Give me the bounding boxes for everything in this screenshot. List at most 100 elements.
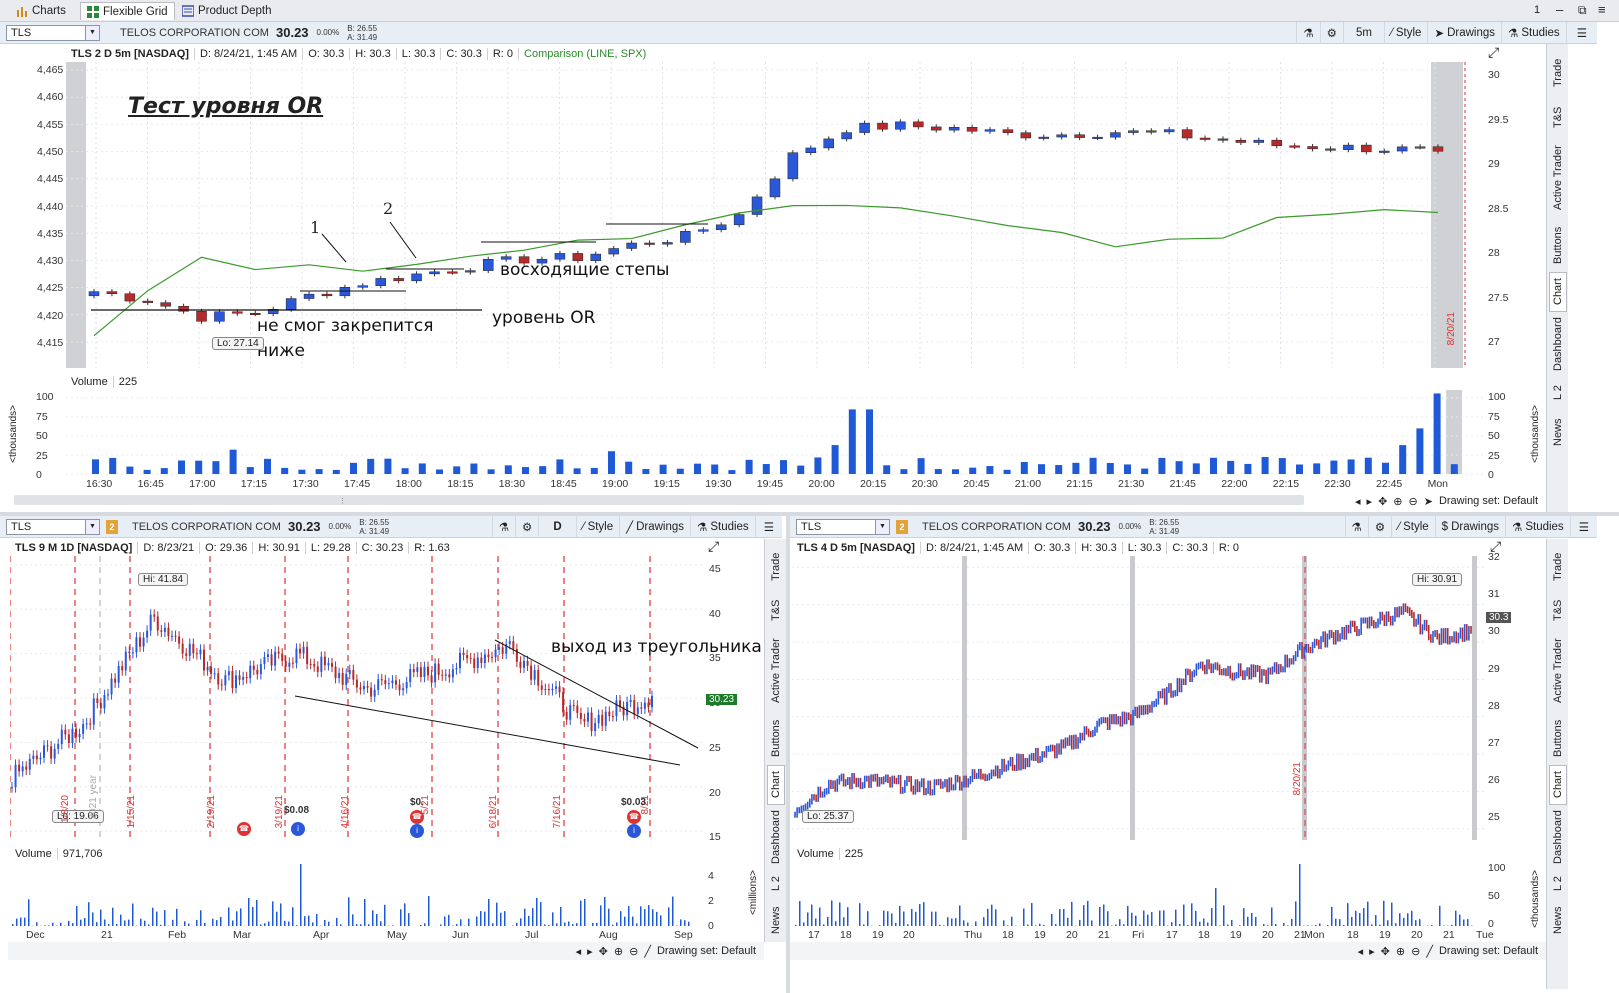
main-scrollbar[interactable]: ⋮ — [14, 495, 1304, 505]
tab-flexible-grid[interactable]: Flexible Grid — [80, 2, 175, 20]
side-tab-dashboard[interactable]: Dashboard — [767, 807, 785, 867]
side-tab-chart[interactable]: Chart — [1549, 765, 1567, 805]
vertical-splitter[interactable] — [786, 516, 790, 993]
phone-event-icon[interactable]: ☎ — [627, 810, 641, 824]
bl-price-chart[interactable] — [10, 556, 705, 840]
pan-icon[interactable]: ✥ — [1381, 945, 1390, 958]
br-price-chart[interactable] — [792, 556, 1484, 840]
side-tab-trade[interactable]: Trade — [767, 545, 785, 589]
bl-volume-axis-label: 0 — [708, 920, 714, 932]
beaker-button[interactable]: ⚗ — [1296, 21, 1319, 44]
pencil-icon[interactable]: ╱ — [644, 945, 651, 958]
drawings-button[interactable]: ➤ Drawings — [1427, 21, 1501, 44]
scroll-right-icon[interactable]: ▸ — [1367, 495, 1373, 508]
br-symbol-input[interactable]: TLS ▼ — [796, 518, 890, 535]
dropdown-icon[interactable]: ▼ — [875, 519, 889, 534]
side-tab-chart[interactable]: Chart — [767, 765, 785, 805]
dropdown-icon[interactable]: ▼ — [85, 25, 99, 40]
symbol-input[interactable]: TLS ▼ — [6, 24, 100, 41]
info-event-icon[interactable]: i — [410, 824, 424, 838]
side-tab-active-trader[interactable]: Active Trader — [1549, 138, 1567, 218]
bl-settings-button[interactable]: ⚙ — [515, 515, 538, 538]
scroll-left-icon[interactable]: ◂ — [1358, 945, 1364, 958]
side-tab-ts[interactable]: T&S — [1549, 98, 1567, 136]
side-tab-ts[interactable]: T&S — [767, 591, 785, 629]
side-tab-chart[interactable]: Chart — [1549, 272, 1567, 312]
zoom-in-icon[interactable]: ⊕ — [1393, 495, 1402, 508]
side-tab-active-trader[interactable]: Active Trader — [1549, 631, 1567, 711]
br-drawings-button[interactable]: $ Drawings — [1434, 515, 1505, 538]
bl-menu-button[interactable]: ☰ — [754, 515, 782, 538]
pointer-icon[interactable]: ➤ — [1424, 495, 1433, 508]
br-style-button[interactable]: ⁄ Style — [1391, 515, 1435, 538]
scroll-left-icon[interactable]: ◂ — [1355, 495, 1361, 508]
br-studies-button[interactable]: ⚗ Studies — [1505, 515, 1570, 538]
bl-volume-bar — [16, 918, 18, 926]
menu-icon[interactable]: ≡ — [1598, 2, 1606, 17]
link-badge[interactable]: 2 — [106, 519, 118, 534]
style-button[interactable]: ⁄ Style — [1383, 21, 1428, 44]
right-axis-label: 29 — [1488, 158, 1500, 170]
pan-icon[interactable]: ✥ — [599, 945, 608, 958]
side-tab-buttons[interactable]: Buttons — [1549, 713, 1567, 763]
bl-beaker-button[interactable]: ⚗ — [491, 515, 515, 538]
bl-date-label: 4/16/21 — [340, 795, 351, 829]
bl-drawings-button[interactable]: ╱ Drawings — [619, 515, 690, 538]
comparison-label: Comparison (LINE, SPX) — [524, 47, 647, 60]
zoom-in-icon[interactable]: ⊕ — [614, 945, 623, 958]
side-tab-news[interactable]: News — [767, 901, 785, 939]
side-tab-news[interactable]: News — [1549, 412, 1567, 452]
side-tab-ts[interactable]: T&S — [1549, 591, 1567, 629]
br-beaker-button[interactable]: ⚗ — [1344, 515, 1368, 538]
br-drawing-set[interactable]: Drawing set: Default — [1439, 945, 1538, 957]
bl-style-button[interactable]: ⁄ Style — [575, 515, 620, 538]
scroll-left-icon[interactable]: ◂ — [576, 945, 582, 958]
zoom-out-icon[interactable]: ⊖ — [1411, 945, 1420, 958]
studies-button[interactable]: ⚗ Studies — [1501, 21, 1566, 44]
expand-icon[interactable]: ⤢ — [1488, 44, 1499, 61]
side-tab-trade[interactable]: Trade — [1549, 50, 1567, 96]
bl-symbol-input[interactable]: TLS ▼ — [6, 518, 100, 535]
side-tab-news[interactable]: News — [1549, 901, 1567, 939]
br-volume-bar — [1083, 905, 1085, 926]
aggregation-button[interactable]: 5m — [1342, 21, 1384, 44]
zoom-out-icon[interactable]: ⊖ — [1409, 495, 1418, 508]
side-tab-active-trader[interactable]: Active Trader — [767, 631, 785, 711]
zoom-in-icon[interactable]: ⊕ — [1396, 945, 1405, 958]
tab-charts[interactable]: Charts — [10, 2, 72, 20]
link-badge[interactable]: 2 — [896, 519, 908, 534]
zoom-out-icon[interactable]: ⊖ — [629, 945, 638, 958]
scroll-right-icon[interactable]: ▸ — [587, 945, 593, 958]
restore-icon[interactable]: ⧉ — [1578, 3, 1587, 18]
bl-studies-button[interactable]: ⚗ Studies — [690, 515, 755, 538]
chart-menu-button[interactable]: ☰ — [1565, 21, 1597, 44]
bl-expand-icon[interactable]: ⤢ — [708, 538, 719, 555]
bl-drawing-set[interactable]: Drawing set: Default — [657, 945, 756, 957]
scroll-right-icon[interactable]: ▸ — [1369, 945, 1375, 958]
dropdown-icon[interactable]: ▼ — [85, 519, 99, 534]
side-tab-l2[interactable]: L 2 — [1549, 869, 1567, 899]
bl-aggregation-button[interactable]: D — [538, 515, 575, 538]
side-tab-l2[interactable]: L 2 — [767, 869, 785, 899]
bl-candle — [195, 653, 198, 655]
drawing-set[interactable]: Drawing set: Default — [1439, 495, 1538, 507]
side-tab-trade[interactable]: Trade — [1549, 545, 1567, 589]
side-tab-dashboard[interactable]: Dashboard — [1549, 807, 1567, 867]
bl-candle — [274, 651, 277, 666]
side-tab-buttons[interactable]: Buttons — [1549, 220, 1567, 270]
side-tab-l2[interactable]: L 2 — [1549, 378, 1567, 408]
earnings-icon[interactable]: i — [291, 822, 305, 836]
br-menu-button[interactable]: ☰ — [1569, 515, 1597, 538]
phone-event-icon[interactable]: ☎ — [237, 822, 251, 836]
info-event-icon[interactable]: i — [627, 824, 641, 838]
minimize-icon[interactable]: – — [1556, 2, 1563, 17]
side-tab-dashboard[interactable]: Dashboard — [1549, 314, 1567, 374]
br-settings-button[interactable]: ⚙ — [1367, 515, 1391, 538]
volume-label: Volume — [792, 848, 840, 860]
pencil-icon[interactable]: ╱ — [1426, 945, 1433, 958]
phone-event-icon[interactable]: ☎ — [410, 810, 424, 824]
side-tab-buttons[interactable]: Buttons — [767, 713, 785, 763]
pan-icon[interactable]: ✥ — [1378, 495, 1387, 508]
tab-product-depth[interactable]: Product Depth — [176, 2, 278, 20]
settings-button[interactable]: ⚙ — [1319, 21, 1343, 44]
